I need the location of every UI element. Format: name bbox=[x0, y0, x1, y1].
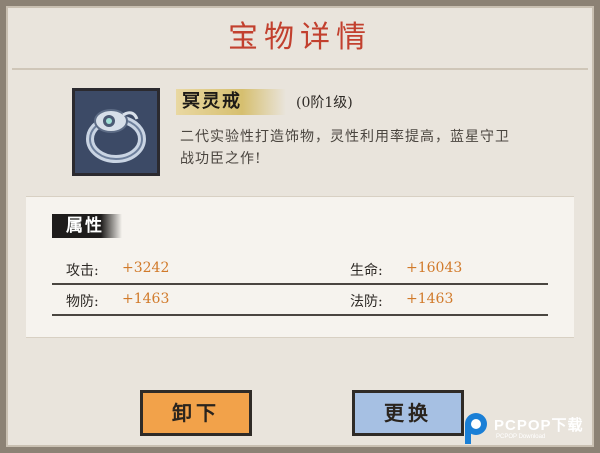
item-grade: (0阶1级) bbox=[296, 95, 353, 111]
mdef-value: +1463 bbox=[406, 291, 454, 307]
hp-value: +16043 bbox=[406, 260, 463, 276]
pdef-value: +1463 bbox=[122, 291, 170, 307]
replace-button[interactable]: 更换 bbox=[352, 390, 464, 436]
watermark-logo-icon bbox=[465, 413, 487, 444]
watermark: PCPOP下载 PCPOP Download bbox=[462, 412, 598, 448]
hp-label: 生命: bbox=[350, 263, 383, 279]
item-description: 二代实验性打造饰物，灵性利用率提高，蓝星守卫战功臣之作! bbox=[180, 129, 510, 167]
stats-header: 属性 bbox=[52, 214, 122, 238]
mdef-label: 法防: bbox=[350, 294, 383, 310]
ring-icon bbox=[72, 88, 160, 176]
row-divider bbox=[52, 314, 548, 316]
item-name: 冥灵戒 bbox=[176, 89, 286, 115]
watermark-sub: PCPOP Download bbox=[496, 434, 546, 440]
dialog-title: 宝物详情 bbox=[228, 20, 372, 55]
attack-value: +3242 bbox=[122, 260, 170, 276]
unequip-button[interactable]: 卸下 bbox=[140, 390, 252, 436]
pdef-label: 物防: bbox=[66, 294, 99, 310]
attack-label: 攻击: bbox=[66, 263, 99, 279]
watermark-brand: PCPOP下载 bbox=[494, 417, 584, 434]
row-divider bbox=[52, 283, 548, 285]
title-divider bbox=[12, 68, 588, 70]
